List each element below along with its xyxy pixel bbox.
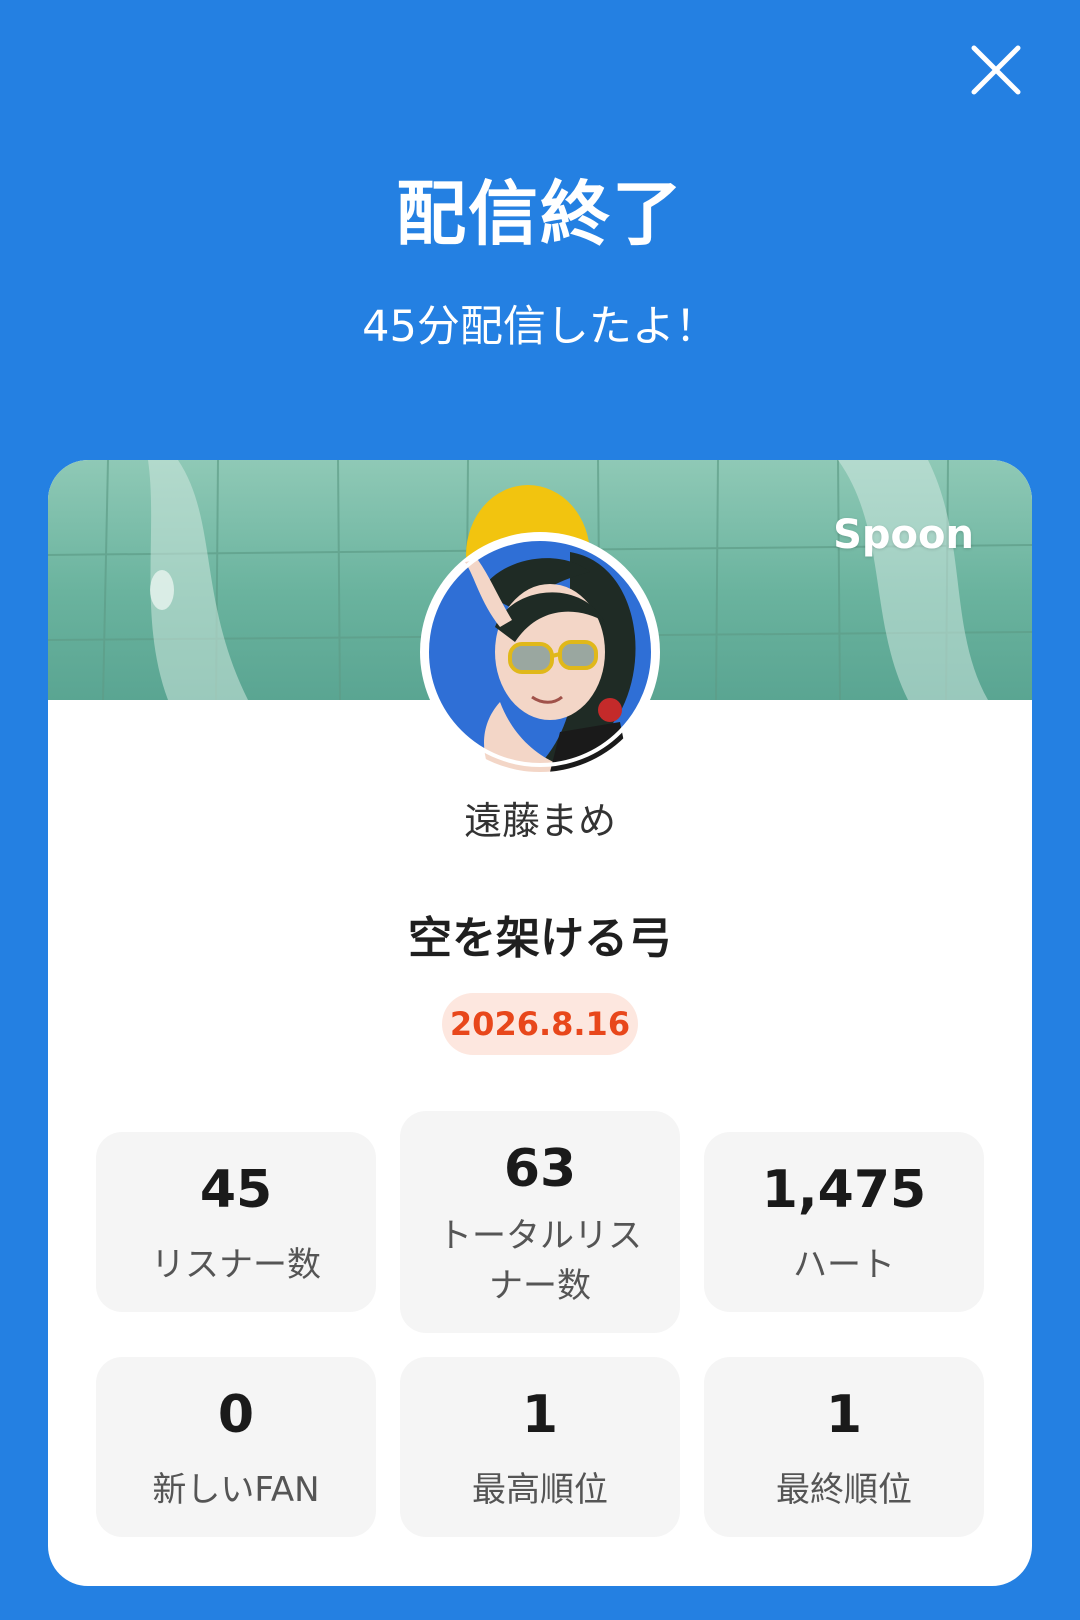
duration-summary: 45分配信したよ！ <box>362 302 718 352</box>
avatar[interactable] <box>420 532 660 772</box>
stat-value: 63 <box>503 1139 577 1199</box>
stat-total-listeners: 63 トータルリスナー数 <box>400 1111 680 1333</box>
stream-title: 空を架ける弓 <box>408 913 672 964</box>
streamer-name: 遠藤まめ <box>463 799 616 843</box>
broadcast-summary-card: Spoon 遠藤まめ 空を架ける弓 2026.8.16 45 リスナー数 63 … <box>48 460 1032 1586</box>
stat-value: 0 <box>217 1385 255 1445</box>
stat-label: トータルリスナー数 <box>438 1216 642 1306</box>
close-icon <box>971 45 1021 95</box>
stat-value: 45 <box>199 1160 273 1220</box>
stat-final-rank: 1 最終順位 <box>704 1357 984 1537</box>
stat-highest-rank: 1 最高順位 <box>400 1357 680 1537</box>
page-title: 配信終了 <box>396 173 684 255</box>
stat-value: 1 <box>521 1385 559 1445</box>
stat-value: 1 <box>825 1385 863 1445</box>
date-badge: 2026.8.16 <box>442 993 638 1055</box>
close-button[interactable] <box>960 34 1032 106</box>
stat-label: 最高順位 <box>472 1470 608 1510</box>
avatar-image <box>425 537 655 772</box>
stat-label: ハート <box>793 1245 895 1285</box>
stat-label: 最終順位 <box>776 1470 912 1510</box>
stat-value: 1,475 <box>761 1160 927 1220</box>
stat-new-fans: 0 新しいFAN <box>96 1357 376 1537</box>
brand-logo: Spoon <box>833 512 974 558</box>
stat-hearts: 1,475 ハート <box>704 1132 984 1312</box>
stat-listeners: 45 リスナー数 <box>96 1132 376 1312</box>
stat-label: 新しいFAN <box>152 1470 320 1510</box>
stat-label: リスナー数 <box>151 1245 321 1285</box>
